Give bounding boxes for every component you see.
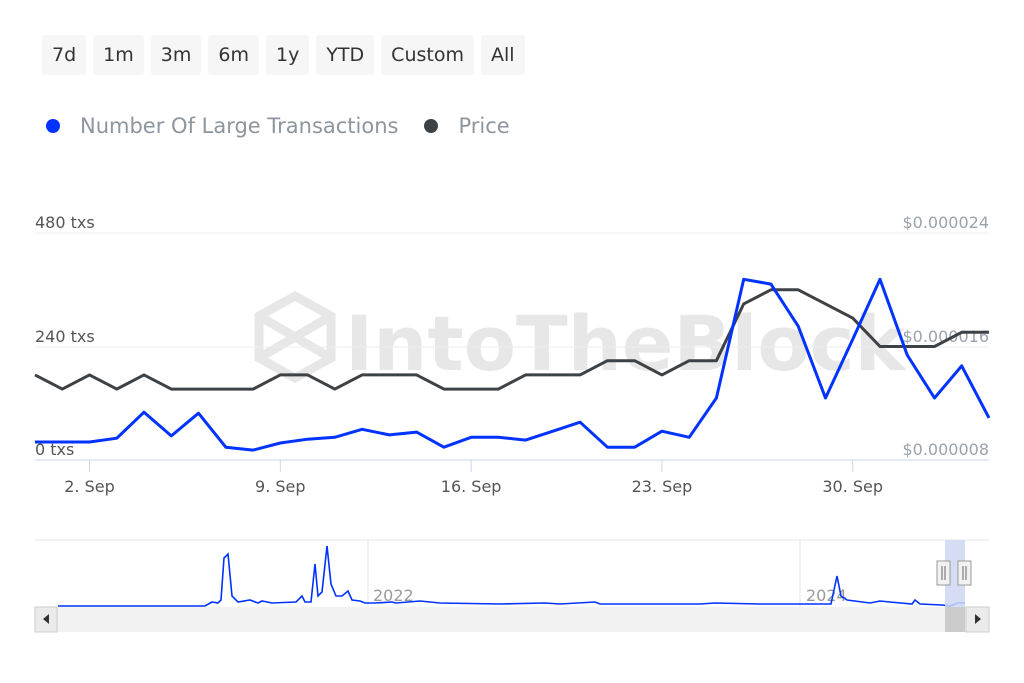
x-tick-label: 23. Sep <box>632 477 693 496</box>
large-transactions-point[interactable] <box>985 414 993 422</box>
x-tick-label: 16. Sep <box>441 477 502 496</box>
large-transactions-point[interactable] <box>631 443 639 451</box>
large-transactions-point[interactable] <box>140 408 148 416</box>
price-point[interactable] <box>494 385 502 393</box>
large-transactions-point[interactable] <box>740 275 748 283</box>
price-point[interactable] <box>876 343 884 351</box>
large-transactions-point[interactable] <box>930 394 938 402</box>
price-point[interactable] <box>167 385 175 393</box>
large-transactions-point[interactable] <box>903 351 911 359</box>
y-right-tick-label: $0.000024 <box>902 213 989 232</box>
large-transactions-point[interactable] <box>958 362 966 370</box>
price-point[interactable] <box>113 385 121 393</box>
large-transactions-point[interactable] <box>86 438 94 446</box>
price-point[interactable] <box>576 371 584 379</box>
large-transactions-point[interactable] <box>685 433 693 441</box>
large-transactions-point[interactable] <box>331 433 339 441</box>
navigator-handle-left[interactable] <box>936 560 951 586</box>
y-right-tick-label: $0.000016 <box>902 327 989 346</box>
price-point[interactable] <box>195 385 203 393</box>
price-point[interactable] <box>140 371 148 379</box>
price-point[interactable] <box>413 371 421 379</box>
price-point[interactable] <box>821 300 829 308</box>
y-right-tick-label: $0.000008 <box>902 440 989 459</box>
price-point[interactable] <box>849 314 857 322</box>
large-transactions-point[interactable] <box>712 394 720 402</box>
large-transactions-point[interactable] <box>31 438 39 446</box>
large-transactions-point[interactable] <box>767 280 775 288</box>
large-transactions-point[interactable] <box>167 432 175 440</box>
price-point[interactable] <box>958 328 966 336</box>
watermark-text: IntoTheBlock <box>345 299 907 388</box>
price-point[interactable] <box>603 357 611 365</box>
large-transactions-point[interactable] <box>794 322 802 330</box>
large-transactions-point[interactable] <box>603 443 611 451</box>
price-point[interactable] <box>249 385 257 393</box>
large-transactions-point[interactable] <box>576 418 584 426</box>
price-point[interactable] <box>930 343 938 351</box>
navigator: 2022 2024 <box>34 539 990 633</box>
large-transactions-point[interactable] <box>876 275 884 283</box>
large-transactions-point[interactable] <box>658 427 666 435</box>
price-point[interactable] <box>31 371 39 379</box>
price-point[interactable] <box>794 286 802 294</box>
price-point[interactable] <box>86 371 94 379</box>
large-transactions-point[interactable] <box>413 428 421 436</box>
large-transactions-point[interactable] <box>440 443 448 451</box>
navigator-handle-right[interactable] <box>957 560 972 586</box>
large-transactions-point[interactable] <box>222 443 230 451</box>
price-point[interactable] <box>712 357 720 365</box>
x-tick-label: 30. Sep <box>822 477 883 496</box>
price-point[interactable] <box>740 300 748 308</box>
price-point[interactable] <box>276 371 284 379</box>
large-transactions-point[interactable] <box>249 446 257 454</box>
y-left-tick-label: 240 txs <box>35 327 95 346</box>
large-transactions-point[interactable] <box>58 438 66 446</box>
price-point[interactable] <box>685 357 693 365</box>
price-point[interactable] <box>222 385 230 393</box>
large-transactions-point[interactable] <box>276 439 284 447</box>
price-point[interactable] <box>522 371 530 379</box>
price-point[interactable] <box>304 371 312 379</box>
large-transactions-point[interactable] <box>113 434 121 442</box>
large-transactions-point[interactable] <box>849 335 857 343</box>
price-point[interactable] <box>358 371 366 379</box>
price-point[interactable] <box>658 371 666 379</box>
price-point[interactable] <box>331 385 339 393</box>
large-transactions-point[interactable] <box>195 409 203 417</box>
price-point[interactable] <box>631 357 639 365</box>
price-point[interactable] <box>985 328 993 336</box>
x-tick-label: 2. Sep <box>64 477 115 496</box>
large-transactions-point[interactable] <box>522 436 530 444</box>
price-point[interactable] <box>58 385 66 393</box>
scrollbar-track[interactable] <box>35 607 989 632</box>
y-left-tick-label: 480 txs <box>35 213 95 232</box>
price-point[interactable] <box>549 371 557 379</box>
large-transactions-point[interactable] <box>304 435 312 443</box>
price-point[interactable] <box>440 385 448 393</box>
large-transactions-point[interactable] <box>467 433 475 441</box>
watermark-logo-icon <box>254 290 336 384</box>
large-transactions-point[interactable] <box>549 427 557 435</box>
scrollbar-thumb[interactable] <box>945 607 965 632</box>
price-point[interactable] <box>385 371 393 379</box>
large-transactions-point[interactable] <box>821 394 829 402</box>
chart-canvas: IntoTheBlock 2. Sep 9. Sep 16. Sep 23. Sep 3… <box>31 213 993 633</box>
x-tick-label: 9. Sep <box>255 477 306 496</box>
large-transactions-point[interactable] <box>494 433 502 441</box>
price-point[interactable] <box>467 385 475 393</box>
large-transactions-point[interactable] <box>358 425 366 433</box>
large-transactions-point[interactable] <box>385 431 393 439</box>
